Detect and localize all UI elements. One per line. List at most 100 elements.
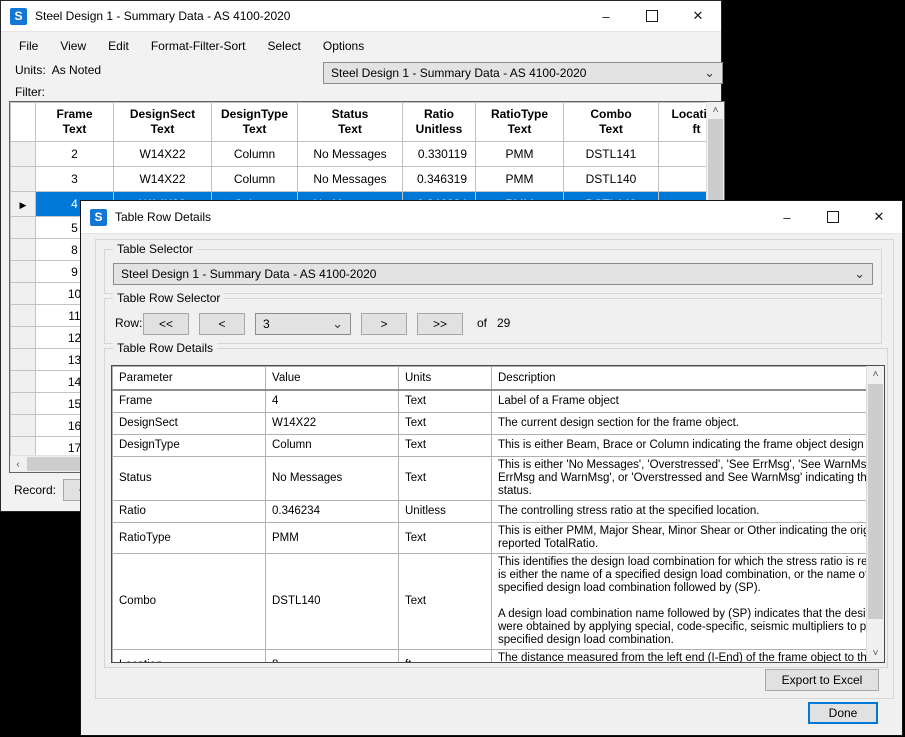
row-number-dropdown[interactable]: 3 ⌄	[255, 313, 351, 335]
next-row-button[interactable]: >	[361, 313, 407, 335]
main-title-bar: S Steel Design 1 - Summary Data - AS 410…	[1, 1, 721, 32]
table-select-value: Steel Design 1 - Summary Data - AS 4100-…	[331, 66, 586, 80]
last-row-button[interactable]: >>	[417, 313, 463, 335]
column-header[interactable]: DesignSect Text	[114, 103, 212, 142]
row-selector-cell[interactable]	[11, 415, 36, 437]
row-selector-cell[interactable]	[11, 393, 36, 415]
menu-item[interactable]: View	[49, 35, 97, 57]
scroll-down-icon[interactable]: ˅	[867, 645, 884, 662]
detail-units: Text	[399, 553, 492, 649]
table-row[interactable]: 3 W14X22 Column No Messages 0.346319 PMM…	[11, 167, 708, 192]
column-unit: Text	[565, 122, 657, 137]
row-selector-cell[interactable]	[11, 261, 36, 283]
column-header[interactable]: DesignType Text	[212, 103, 298, 142]
detail-row: RatioType PMM Text This is either PMM, M…	[113, 522, 886, 553]
cell-status[interactable]: No Messages	[298, 142, 403, 167]
details-scroll-thumb[interactable]	[868, 384, 883, 619]
detail-parameter: RatioType	[113, 522, 266, 553]
menu-item[interactable]: Format-Filter-Sort	[140, 35, 257, 57]
dialog-table-dropdown[interactable]: Steel Design 1 - Summary Data - AS 4100-…	[113, 263, 873, 285]
menu-item[interactable]: Options	[312, 35, 375, 57]
minimize-icon[interactable]: –	[583, 1, 629, 31]
row-selector-cell[interactable]	[11, 167, 36, 192]
column-name: DesignType	[213, 107, 296, 122]
cell-combo[interactable]: DSTL140	[564, 167, 659, 192]
detail-value: Column	[266, 434, 399, 456]
menu-item[interactable]: Select	[257, 35, 312, 57]
export-to-excel-button[interactable]: Export to Excel	[765, 669, 879, 691]
cell-design-sect[interactable]: W14X22	[114, 142, 212, 167]
detail-row: Combo DSTL140 Text This identifies the d…	[113, 553, 886, 649]
cell-frame[interactable]: 2	[36, 142, 114, 167]
done-button[interactable]: Done	[808, 702, 878, 724]
row-selector-cell[interactable]	[11, 437, 36, 457]
column-header[interactable]: Combo Text	[564, 103, 659, 142]
row-selector-cell[interactable]	[11, 192, 36, 217]
detail-row: Status No Messages Text This is either '…	[113, 456, 886, 500]
cell-design-type[interactable]: Column	[212, 167, 298, 192]
column-name: Location	[660, 107, 707, 122]
cell-design-sect[interactable]: W14X22	[114, 167, 212, 192]
row-selector-cell[interactable]	[11, 217, 36, 239]
close-icon[interactable]: ✕	[675, 1, 721, 31]
cell-ratio-type[interactable]: PMM	[476, 167, 564, 192]
scroll-up-icon[interactable]: ˄	[707, 102, 724, 118]
close-icon[interactable]: ✕	[856, 201, 902, 233]
cell-design-type[interactable]: Column	[212, 142, 298, 167]
cell-location[interactable]: 8	[659, 142, 708, 167]
column-header[interactable]: Frame Text	[36, 103, 114, 142]
row-selector-cell[interactable]	[11, 142, 36, 167]
menu-item[interactable]: File	[8, 35, 49, 57]
column-header[interactable]: RatioType Text	[476, 103, 564, 142]
row-selector-cell[interactable]	[11, 349, 36, 371]
cell-status[interactable]: No Messages	[298, 167, 403, 192]
maximize-icon[interactable]	[810, 201, 856, 233]
detail-value: PMM	[266, 522, 399, 553]
table-selector-label: Table Selector	[113, 242, 197, 256]
detail-value: 0.346234	[266, 500, 399, 522]
row-selector-cell[interactable]	[11, 239, 36, 261]
scroll-left-icon[interactable]: ‹	[10, 456, 26, 472]
row-total: 29	[497, 316, 510, 330]
column-name: RatioType	[477, 107, 562, 122]
detail-description: The current design section for the frame…	[492, 412, 886, 434]
table-row-details-dialog: S Table Row Details – ✕ Table Selector S…	[80, 200, 903, 736]
column-header[interactable]: Location ft	[659, 103, 708, 142]
maximize-icon[interactable]	[629, 1, 675, 31]
chevron-down-icon: ⌄	[332, 319, 343, 329]
cell-location[interactable]: 8	[659, 167, 708, 192]
detail-description: This identifies the design load combinat…	[492, 553, 886, 649]
details-vertical-scrollbar[interactable]: ˄ ˅	[866, 366, 884, 662]
cell-ratio-type[interactable]: PMM	[476, 142, 564, 167]
scroll-up-icon[interactable]: ˄	[867, 366, 884, 383]
detail-parameter: Frame	[113, 390, 266, 412]
first-row-button[interactable]: <<	[143, 313, 189, 335]
chevron-down-icon: ⌄	[854, 269, 865, 279]
current-row-marker-icon	[20, 197, 27, 211]
previous-row-button[interactable]: <	[199, 313, 245, 335]
detail-value: 8	[266, 649, 399, 663]
row-selector-cell[interactable]	[11, 283, 36, 305]
detail-description: This is either Beam, Brace or Column ind…	[492, 434, 886, 456]
menu-item[interactable]: Edit	[97, 35, 140, 57]
row-selector-cell[interactable]	[11, 371, 36, 393]
cell-combo[interactable]: DSTL141	[564, 142, 659, 167]
detail-units: Text	[399, 522, 492, 553]
minimize-icon[interactable]: –	[764, 201, 810, 233]
details-header-units: Units	[399, 367, 492, 391]
column-header[interactable]: Ratio Unitless	[403, 103, 476, 142]
row-number-value: 3	[263, 317, 270, 331]
cell-ratio[interactable]: 0.346319	[403, 167, 476, 192]
column-unit: Unitless	[404, 122, 474, 137]
table-select-dropdown[interactable]: Steel Design 1 - Summary Data - AS 4100-…	[323, 62, 723, 84]
details-header-description: Description	[492, 367, 886, 391]
app-icon: S	[90, 209, 107, 226]
detail-row: Frame 4 Text Label of a Frame object	[113, 390, 886, 412]
column-header[interactable]: Status Text	[298, 103, 403, 142]
cell-ratio[interactable]: 0.330119	[403, 142, 476, 167]
table-row[interactable]: 2 W14X22 Column No Messages 0.330119 PMM…	[11, 142, 708, 167]
maximize-box	[827, 211, 839, 223]
row-selector-cell[interactable]	[11, 305, 36, 327]
cell-frame[interactable]: 3	[36, 167, 114, 192]
row-selector-cell[interactable]	[11, 327, 36, 349]
